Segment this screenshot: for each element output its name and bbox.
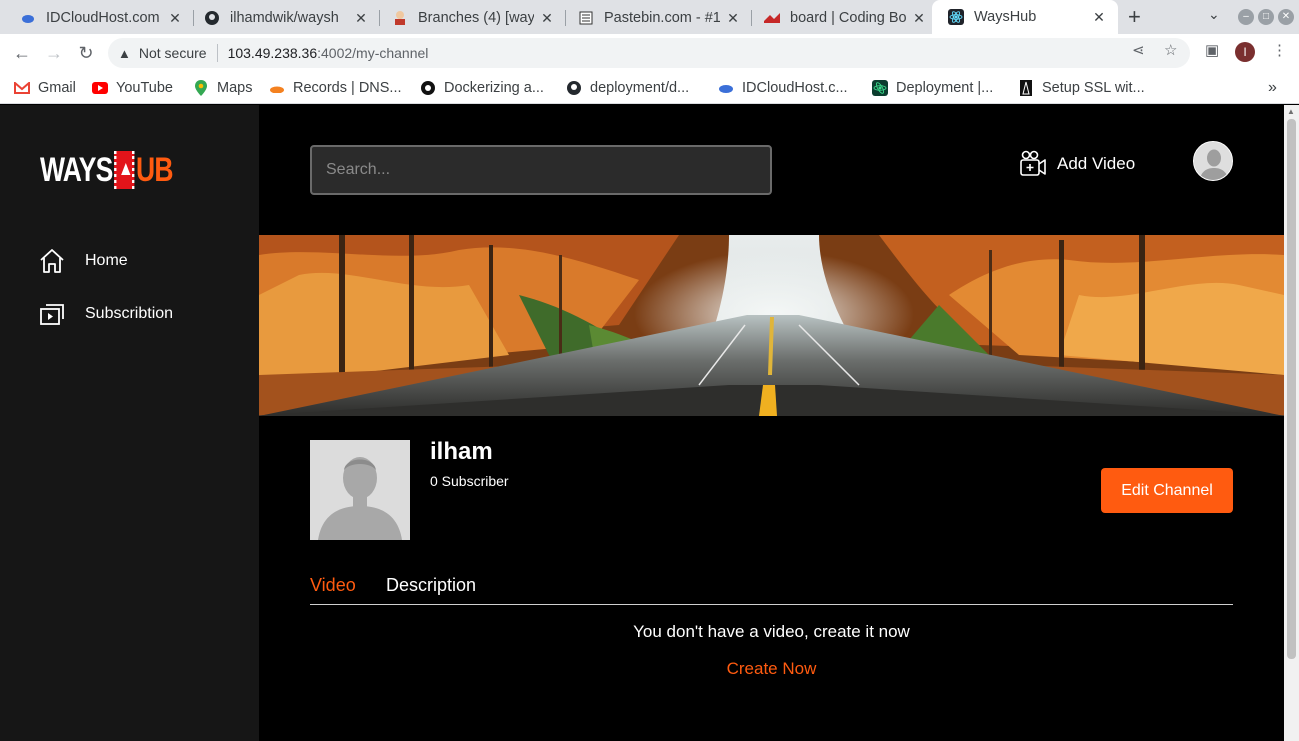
cloudflare-icon	[269, 80, 285, 96]
home-icon	[40, 249, 64, 273]
bookmark-item[interactable]: deployment/d...	[566, 77, 689, 99]
page-scrollbar[interactable]: ▲	[1284, 105, 1299, 741]
cloud-icon	[718, 80, 734, 96]
browser-tab[interactable]: ilhamdwik/waysh ✕	[188, 2, 380, 34]
empty-videos-message: You don't have a video, create it now	[633, 622, 910, 641]
tab-search-chevron-icon[interactable]: ⌄	[1208, 6, 1220, 23]
react-icon	[948, 9, 964, 25]
add-video-icon	[1020, 150, 1046, 176]
add-video-button[interactable]: Add Video	[1019, 150, 1135, 178]
bookmark-item[interactable]: Setup SSL wit...	[1018, 77, 1145, 99]
sidebar: WAYS UB Home Subscribtion	[0, 105, 259, 741]
bookmarks-overflow-icon[interactable]: »	[1268, 77, 1277, 99]
browser-tab-active[interactable]: WaysHub ✕	[932, 0, 1118, 34]
new-tab-button[interactable]: +	[1128, 4, 1141, 30]
browser-tab[interactable]: Pastebin.com - #1 ✕	[562, 2, 752, 34]
forward-arrow-icon[interactable]: →	[41, 40, 67, 66]
cloud-icon	[20, 10, 36, 26]
browser-tab[interactable]: IDCloudHost.com ✕	[4, 2, 194, 34]
profile-avatar[interactable]: I	[1235, 42, 1255, 62]
close-tab-icon[interactable]: ✕	[1090, 9, 1108, 26]
channel-avatar	[310, 440, 410, 540]
main-content: Add Video	[259, 105, 1284, 741]
warning-triangle-icon[interactable]: ▲	[118, 46, 131, 61]
bookmark-item[interactable]: Records | DNS...	[269, 77, 402, 99]
bookmarks-bar: Gmail YouTube Maps Records | DNS... Dock…	[0, 72, 1299, 104]
tab-description[interactable]: Description	[386, 575, 476, 596]
url-path: :4002/my-channel	[317, 45, 429, 61]
close-tab-icon[interactable]: ✕	[352, 10, 370, 27]
bookmark-item[interactable]: Deployment |...	[872, 77, 993, 99]
board-icon	[764, 10, 780, 26]
bookmark-item[interactable]: YouTube	[92, 77, 173, 99]
user-silhouette-icon	[1194, 142, 1232, 180]
sidebar-item-label: Subscribtion	[85, 305, 174, 322]
gitlab-avatar-icon	[392, 10, 408, 26]
edit-channel-button[interactable]: Edit Channel	[1101, 468, 1233, 513]
close-tab-icon[interactable]: ✕	[724, 10, 742, 27]
browser-tab[interactable]: Branches (4) [way ✕	[376, 2, 566, 34]
user-avatar[interactable]	[1193, 141, 1233, 181]
bookmark-item[interactable]: Dockerizing a...	[420, 77, 544, 99]
channel-banner-image	[259, 235, 1284, 416]
bookmark-item[interactable]: IDCloudHost.c...	[718, 77, 848, 99]
react-icon	[872, 80, 888, 96]
minimize-icon[interactable]: –	[1238, 9, 1254, 25]
subscription-icon	[40, 304, 64, 325]
address-bar[interactable]: ▲ Not secure 103.49.238.36:4002/my-chann…	[108, 38, 1190, 68]
maximize-icon[interactable]: □	[1258, 9, 1274, 25]
close-window-icon[interactable]: ✕	[1278, 9, 1294, 25]
browser-tab[interactable]: board | Coding Bo ✕	[748, 2, 938, 34]
sidebar-item-subscription[interactable]: Subscribtion	[38, 300, 173, 328]
share-icon[interactable]: ⋖	[1132, 41, 1145, 59]
scrollbar-thumb[interactable]	[1287, 119, 1296, 659]
logo-play-mark-icon	[114, 151, 135, 189]
github-icon	[566, 80, 582, 96]
bookmark-item[interactable]: Maps	[193, 77, 252, 99]
url-host: 103.49.238.36	[227, 45, 318, 61]
tab-video[interactable]: Video	[310, 575, 356, 596]
close-tab-icon[interactable]: ✕	[910, 10, 928, 27]
docker-circle-icon	[420, 80, 436, 96]
wayshub-logo[interactable]: WAYS UB	[40, 150, 173, 190]
menu-kebab-icon[interactable]: ⋮	[1272, 41, 1287, 59]
browser-toolbar: ← → ↻ ▲ Not secure 103.49.238.36:4002/my…	[0, 34, 1299, 72]
channel-name: ilham	[430, 438, 493, 465]
github-icon	[204, 10, 220, 26]
back-arrow-icon[interactable]: ←	[9, 40, 35, 66]
side-panel-icon[interactable]: ▣	[1205, 41, 1219, 59]
close-tab-icon[interactable]: ✕	[538, 10, 556, 27]
user-silhouette-icon	[310, 440, 410, 540]
subscriber-count: 0 Subscriber	[430, 473, 509, 489]
security-label[interactable]: Not secure	[139, 45, 207, 61]
reload-icon[interactable]: ↻	[73, 40, 99, 66]
sidebar-item-home[interactable]: Home	[38, 247, 128, 275]
scroll-up-icon[interactable]: ▲	[1287, 107, 1295, 116]
create-now-link[interactable]: Create Now	[310, 659, 1233, 679]
sidebar-item-label: Home	[85, 252, 128, 269]
bookmark-star-icon[interactable]: ☆	[1164, 41, 1177, 59]
tower-icon	[1018, 80, 1034, 96]
add-video-label: Add Video	[1057, 154, 1136, 173]
maps-icon	[193, 80, 209, 96]
gmail-icon	[14, 80, 30, 96]
youtube-icon	[92, 80, 108, 96]
pastebin-icon	[578, 10, 594, 26]
browser-tab-bar: IDCloudHost.com ✕ ilhamdwik/waysh ✕ Bran…	[0, 0, 1299, 34]
close-tab-icon[interactable]: ✕	[166, 10, 184, 27]
channel-tabs: Video Description	[310, 575, 1233, 605]
wayshub-app: WAYS UB Home Subscribtion Search... Add …	[0, 105, 1284, 741]
search-input[interactable]	[310, 145, 772, 195]
bookmark-item[interactable]: Gmail	[14, 77, 76, 99]
